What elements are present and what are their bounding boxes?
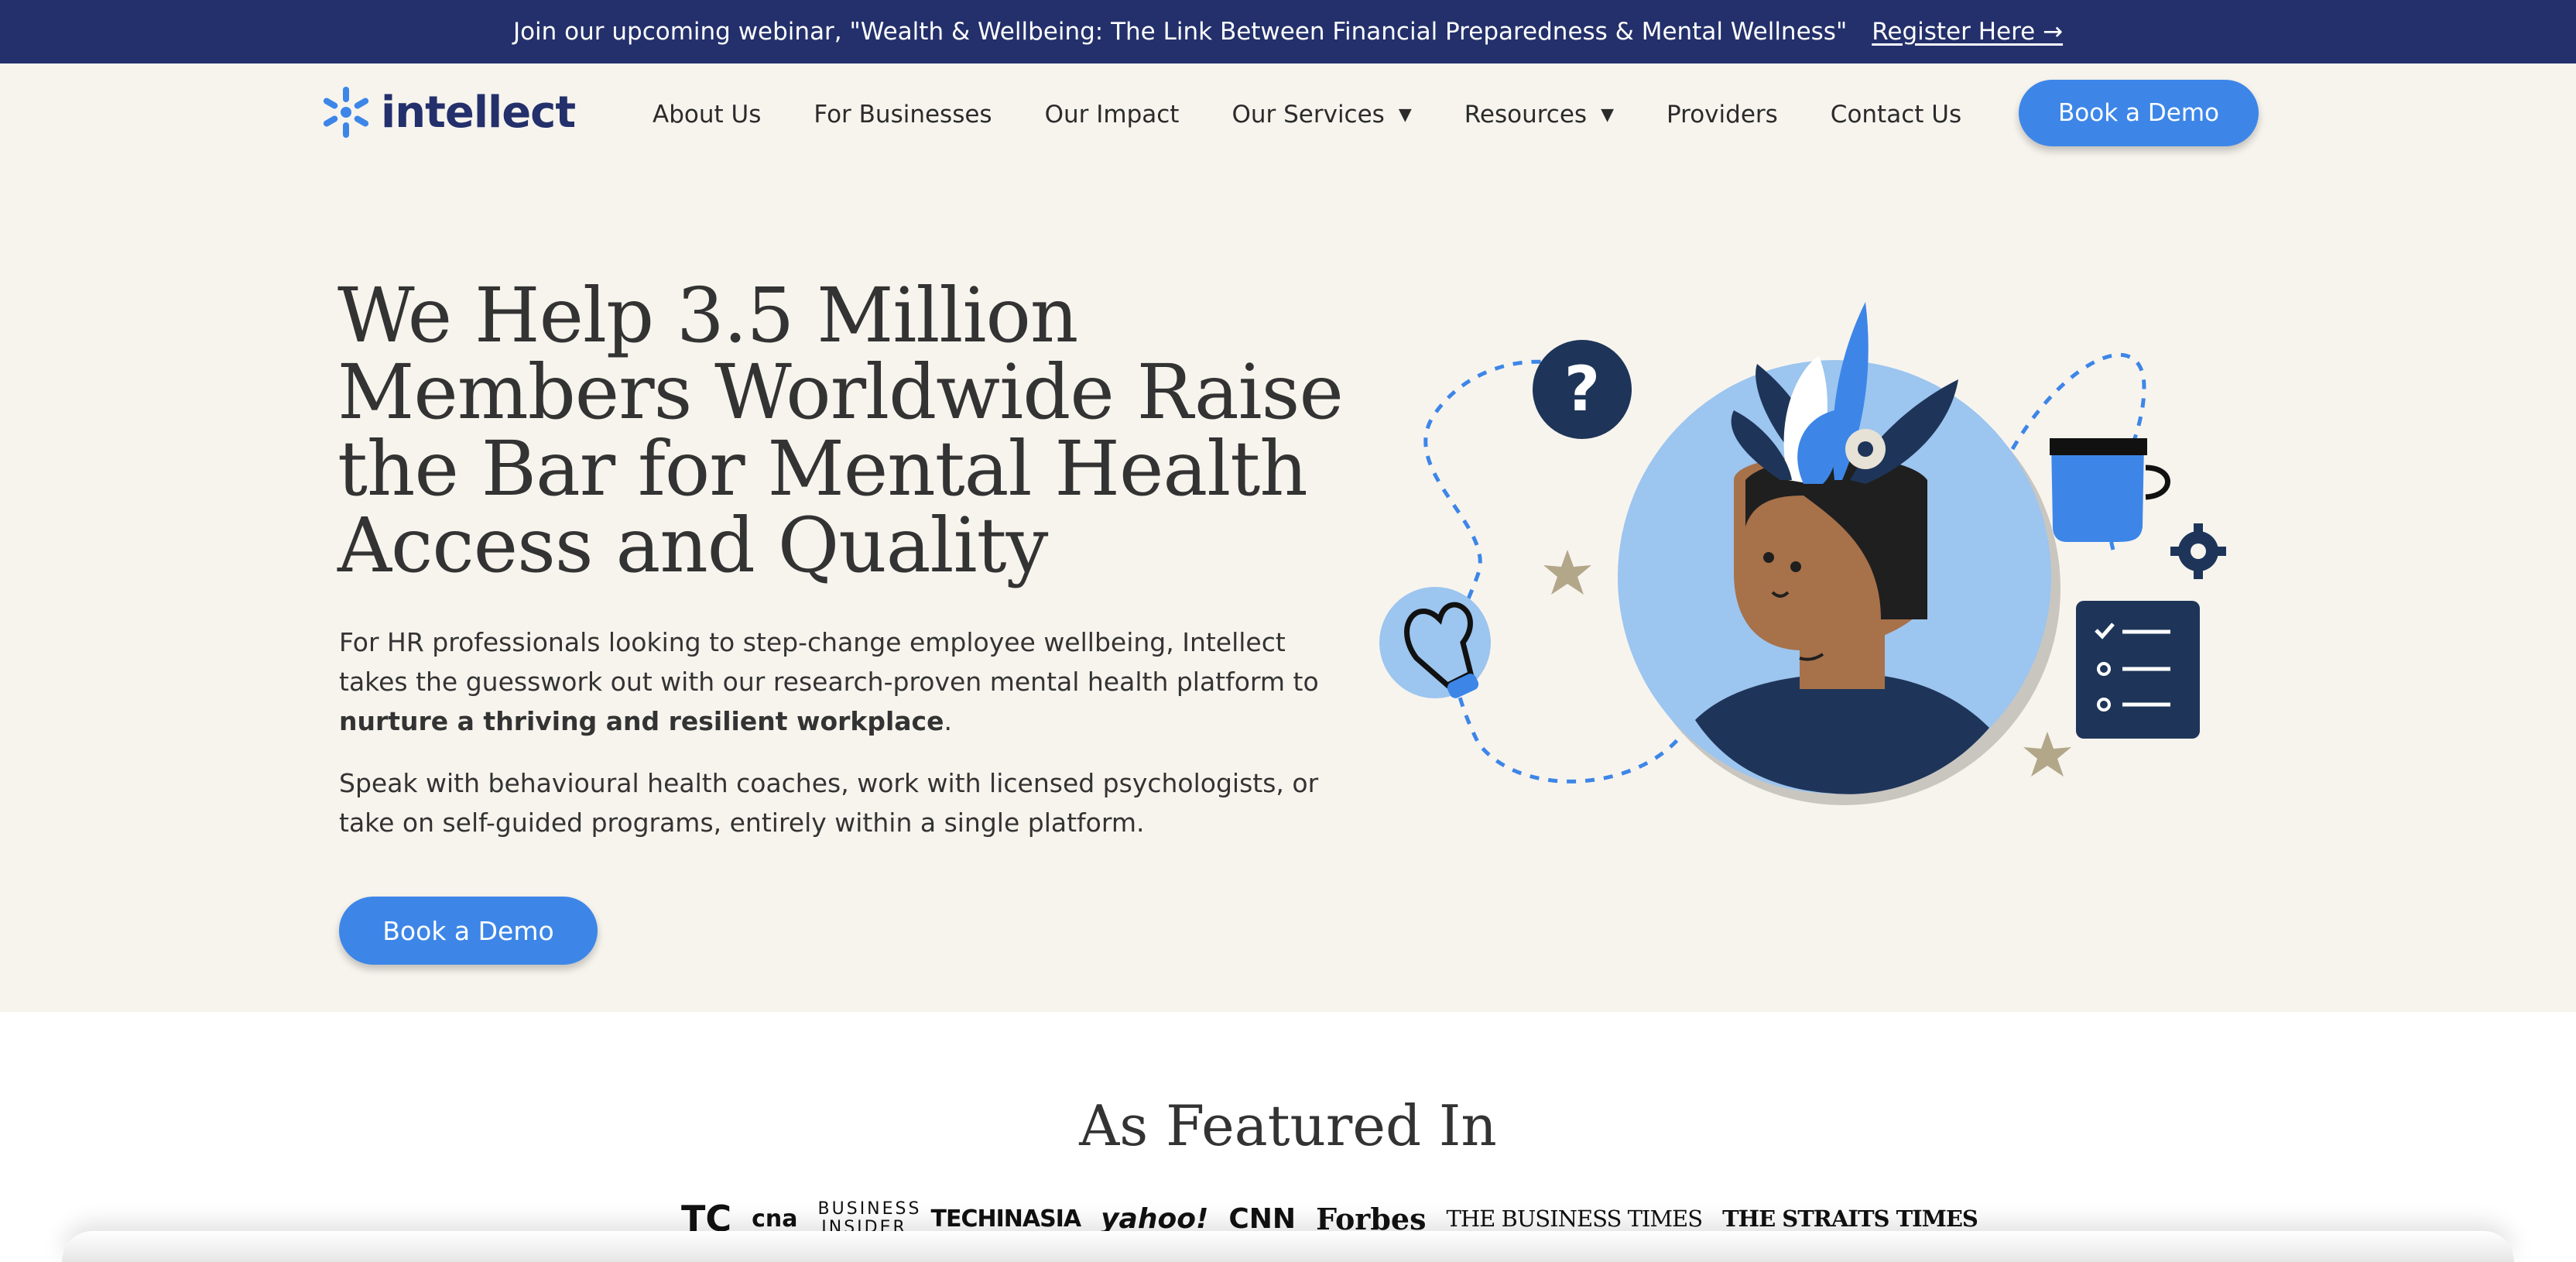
svg-text:?: ? bbox=[1564, 353, 1600, 425]
para1-end: . bbox=[944, 706, 952, 736]
register-link[interactable]: Register Here → bbox=[1872, 18, 2063, 46]
nav-label: Resources bbox=[1464, 101, 1588, 129]
nav-our-impact[interactable]: Our Impact bbox=[1045, 101, 1180, 129]
caret-down-icon: ▼ bbox=[1601, 105, 1614, 125]
intellect-logo-icon bbox=[323, 87, 369, 138]
business-times-logo: THE BUSINESS TIMES bbox=[1446, 1205, 1703, 1232]
star-icon bbox=[2023, 732, 2071, 777]
yahoo-logo: yahoo! bbox=[1101, 1202, 1209, 1235]
mug-icon bbox=[2050, 438, 2170, 542]
nav-label: Contact Us bbox=[1830, 101, 1962, 129]
hero-paragraph-1: For HR professionals looking to step-cha… bbox=[339, 622, 1361, 741]
logo[interactable]: intellect bbox=[322, 87, 576, 138]
para1-text: For HR professionals looking to step-cha… bbox=[339, 627, 1319, 697]
nav-resources[interactable]: Resources ▼ bbox=[1464, 101, 1614, 129]
book-demo-button-header[interactable]: Book a Demo bbox=[2019, 80, 2259, 146]
nav-for-businesses[interactable]: For Businesses bbox=[814, 101, 992, 129]
gear-icon bbox=[2170, 523, 2226, 579]
techinasia-logo: TECHINASIA bbox=[930, 1205, 1082, 1233]
hero-illustration: ? bbox=[1379, 302, 2226, 805]
nav-providers[interactable]: Providers bbox=[1667, 101, 1778, 129]
cnn-logo: CNN bbox=[1228, 1202, 1297, 1235]
hero-headline: We Help 3.5 Million Members Worldwide Ra… bbox=[337, 272, 1344, 589]
nav-contact-us[interactable]: Contact Us bbox=[1831, 101, 1961, 129]
cna-logo: cna bbox=[752, 1205, 798, 1233]
star-icon bbox=[1543, 550, 1591, 595]
nav-label: Our Impact bbox=[1044, 101, 1180, 129]
nav-label: For Businesses bbox=[814, 101, 992, 129]
nav-about-us[interactable]: About Us bbox=[653, 101, 761, 129]
banner-text: Join our upcoming webinar, "Wealth & Wel… bbox=[512, 18, 1848, 46]
checklist-icon bbox=[2076, 601, 2200, 739]
nav-label: Our Services bbox=[1231, 101, 1385, 129]
straits-times-logo: THE STRAITS TIMES bbox=[1722, 1205, 1978, 1232]
question-icon: ? bbox=[1533, 340, 1632, 439]
caret-down-icon: ▼ bbox=[1398, 105, 1412, 125]
featured-title: As Featured In bbox=[1079, 1093, 1497, 1158]
nav-our-services[interactable]: Our Services ▼ bbox=[1231, 101, 1411, 129]
hero-paragraph-2: Speak with behavioural health coaches, w… bbox=[339, 768, 1319, 838]
nav-label: Providers bbox=[1667, 101, 1778, 129]
book-demo-button-hero[interactable]: Book a Demo bbox=[339, 897, 598, 965]
lightbulb-icon bbox=[1379, 587, 1491, 698]
para1-bold: nurture a thriving and resilient workpla… bbox=[339, 706, 944, 736]
announcement-banner: Join our upcoming webinar, "Wealth & Wel… bbox=[0, 0, 2576, 63]
logo-text: intellect bbox=[381, 87, 576, 138]
nav-label: About Us bbox=[653, 101, 762, 129]
section-card-edge bbox=[62, 1231, 2514, 1262]
main-nav: About Us For Businesses Our Impact Our S… bbox=[653, 101, 2014, 129]
